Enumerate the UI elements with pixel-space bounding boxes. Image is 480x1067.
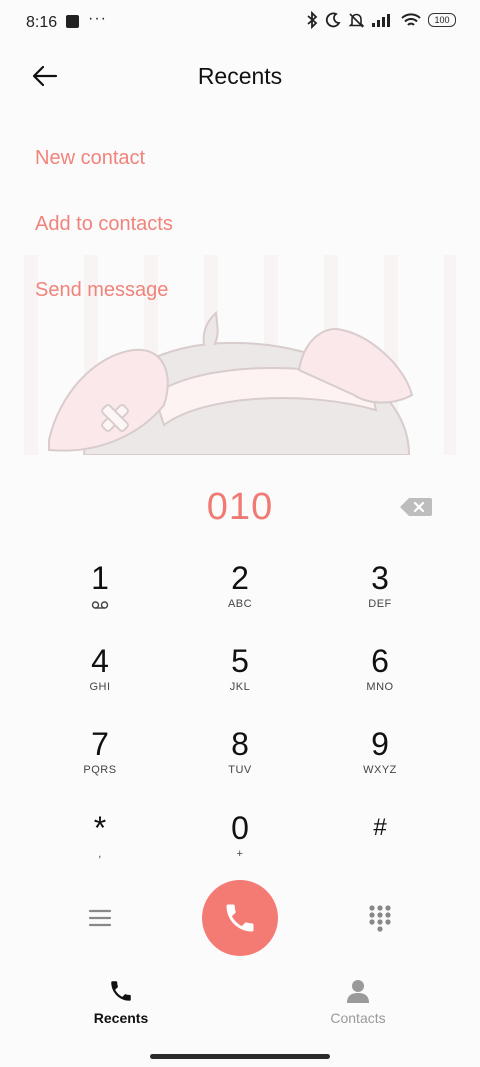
key-hash[interactable]: # xyxy=(320,810,440,880)
nav-contacts[interactable]: Contacts xyxy=(298,978,418,1026)
key-digit: 9 xyxy=(371,726,389,762)
app-header: Recents xyxy=(0,52,480,102)
key-digit: 2 xyxy=(231,560,249,596)
key-digit: 3 xyxy=(371,560,389,596)
more-notifications-icon: ··· xyxy=(88,10,107,27)
key-6[interactable]: 6 MNO xyxy=(320,643,440,713)
nav-contacts-label: Contacts xyxy=(330,1010,386,1026)
key-star[interactable]: * , xyxy=(40,810,160,880)
nav-recents[interactable]: Recents xyxy=(61,978,181,1026)
key-7[interactable]: 7 PQRS xyxy=(40,726,160,796)
status-time: 8:16 xyxy=(26,14,58,31)
add-to-contacts-option[interactable]: Add to contacts xyxy=(35,213,173,236)
key-digit: # xyxy=(373,814,387,841)
status-bar: 8:16 ··· 100 xyxy=(0,0,480,46)
key-4[interactable]: 4 GHI xyxy=(40,643,160,713)
phone-icon xyxy=(111,981,131,1001)
signal-icon xyxy=(372,14,390,27)
key-letters: MNO xyxy=(366,681,394,693)
key-5[interactable]: 5 JKL xyxy=(180,643,300,713)
status-icons: 100 xyxy=(306,11,456,29)
person-icon xyxy=(347,980,369,1003)
notification-icon xyxy=(66,15,79,28)
wifi-icon xyxy=(401,12,421,26)
key-9[interactable]: 9 WXYZ xyxy=(320,726,440,796)
key-letters: DEF xyxy=(368,598,392,610)
key-digit: 5 xyxy=(231,643,249,679)
key-letters: ABC xyxy=(227,598,253,610)
key-letters: PQRS xyxy=(83,764,117,776)
key-8[interactable]: 8 TUV xyxy=(180,726,300,796)
dialpad-icon[interactable] xyxy=(367,904,393,932)
phone-icon xyxy=(226,904,254,932)
key-3[interactable]: 3 DEF xyxy=(320,560,440,630)
bluetooth-icon xyxy=(307,11,318,29)
key-letters: , xyxy=(98,848,102,860)
key-letters: GHI xyxy=(89,681,111,693)
key-digit: 8 xyxy=(231,726,249,762)
bell-muted-icon xyxy=(348,12,365,28)
voicemail-icon xyxy=(91,601,109,609)
key-letters: + xyxy=(236,848,244,860)
moon-icon xyxy=(325,12,341,28)
key-2[interactable]: 2 ABC xyxy=(180,560,300,630)
key-letters: JKL xyxy=(229,681,251,693)
call-button[interactable] xyxy=(202,880,278,956)
key-0[interactable]: 0 + xyxy=(180,810,300,880)
key-digit: * xyxy=(93,810,107,846)
key-digit: 4 xyxy=(91,643,109,679)
backspace-icon[interactable] xyxy=(399,496,433,518)
key-1[interactable]: 1 xyxy=(40,560,160,630)
key-letters: WXYZ xyxy=(363,764,397,776)
key-digit: 7 xyxy=(91,726,109,762)
key-letters: TUV xyxy=(228,764,252,776)
key-digit: 1 xyxy=(91,560,109,596)
send-message-option[interactable]: Send message xyxy=(35,279,168,302)
key-digit: 6 xyxy=(371,643,389,679)
battery-icon: 100 xyxy=(428,13,456,27)
home-indicator[interactable] xyxy=(150,1054,330,1059)
nav-recents-label: Recents xyxy=(93,1010,149,1026)
page-title: Recents xyxy=(197,63,283,89)
new-contact-option[interactable]: New contact xyxy=(35,147,145,170)
key-digit: 0 xyxy=(231,810,249,846)
menu-icon[interactable] xyxy=(88,907,112,929)
